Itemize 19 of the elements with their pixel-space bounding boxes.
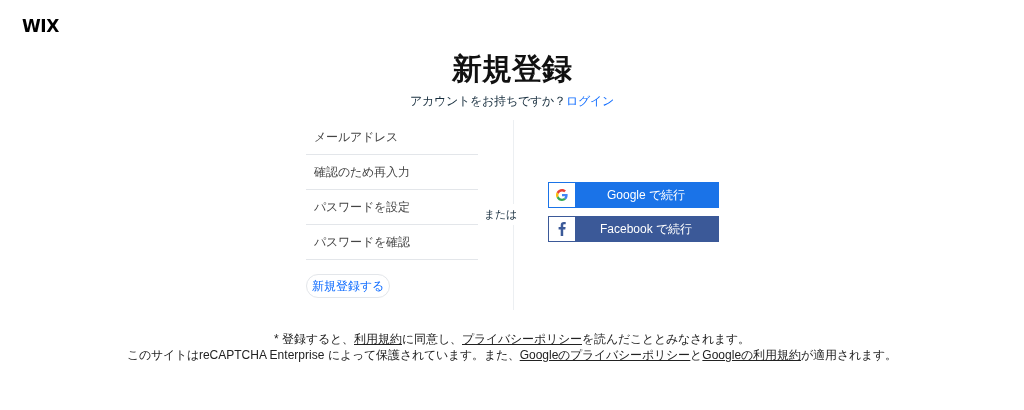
legal-note: * 登録すると、利用規約に同意し、プライバシーポリシーを読んだこととみなされます。 [274, 331, 750, 347]
input-field[interactable]: パスワードを確認 [305, 224, 478, 260]
facebook-button[interactable]: Facebook で続行 [547, 215, 719, 242]
input-field[interactable]: 確認のため再入力 [305, 154, 478, 190]
google-g-icon [555, 188, 568, 201]
google-button[interactable]: Google で続行 [547, 181, 719, 208]
login-prompt: アカウントをお持ちですか？ [410, 92, 566, 110]
legal-note: このサイトはreCAPTCHA Enterprise によって保護されています。また、Googleのプライバシーポリシー と Googleの利用規約が適用されます。 [126, 347, 898, 363]
input-field[interactable]: メールアドレス [305, 119, 478, 155]
or-label: または [484, 204, 517, 225]
legal-link[interactable]: Googleの利用規約 [702, 347, 802, 362]
facebook-f-icon [557, 221, 566, 236]
logo[interactable]: WIX [22, 16, 59, 36]
legal-link[interactable]: プライバシーポリシー [462, 331, 582, 346]
input-field[interactable]: パスワードを設定 [305, 189, 478, 225]
page-title: 新規登録 [452, 53, 572, 84]
legal-link[interactable]: Googleのプライバシーポリシー [519, 347, 691, 362]
login-link[interactable]: ログイン [566, 91, 614, 110]
legal-link[interactable]: 利用規約 [354, 331, 402, 346]
